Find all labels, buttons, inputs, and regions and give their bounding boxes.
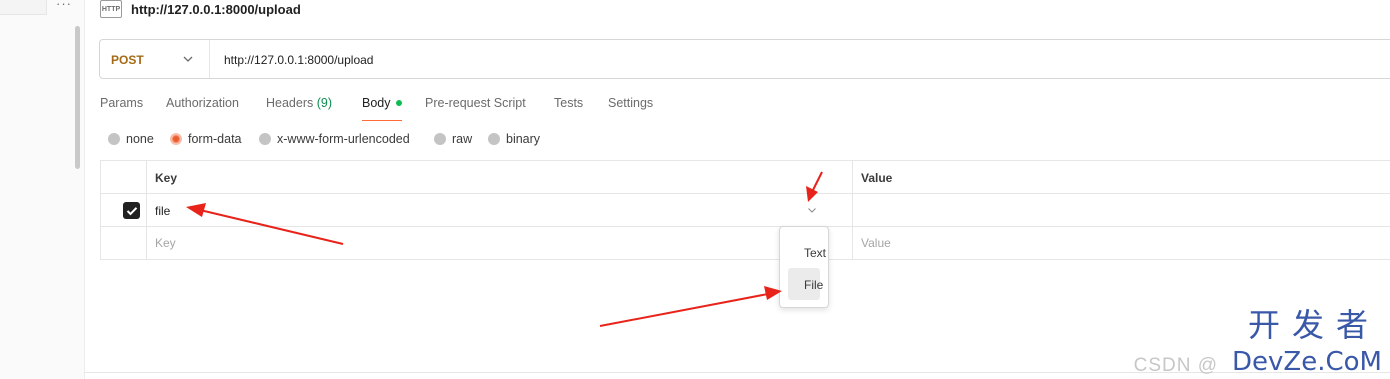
tab-tests[interactable]: Tests [554,96,583,110]
row-key-cell[interactable]: file [155,204,170,218]
new-key-input[interactable]: Key [155,236,176,250]
watermark-cn: 开发者 [1247,306,1380,344]
body-type-binary[interactable]: binary [488,132,540,146]
checkmark-icon [126,206,137,215]
request-title[interactable]: http://127.0.0.1:8000/upload [131,2,301,17]
radio-binary[interactable] [488,133,500,145]
column-divider [146,161,147,259]
body-type-none[interactable]: none [108,132,154,146]
sidebar-tab-stub[interactable] [0,0,47,15]
option-text-label: Text [804,246,827,260]
value-column-header: Value [861,171,893,185]
method-label: POST [111,53,144,67]
option-file-label: File [804,278,824,292]
url-input[interactable]: http://127.0.0.1:8000/upload [224,53,373,67]
active-tab-underline [362,120,402,121]
method-select[interactable]: POST [100,40,210,78]
more-options-icon[interactable]: ··· [56,0,72,11]
tab-prerequest-script[interactable]: Pre-request Script [425,96,526,110]
body-type-binary-label: binary [506,132,541,146]
watermark-en: DevZe.CoM [1232,347,1382,377]
sidebar-scrollbar[interactable] [75,26,80,169]
body-type-none-label: none [126,132,154,146]
key-column-header: Key [155,171,178,185]
row-enabled-checkbox[interactable] [123,202,140,219]
watermark-csdn: CSDN @ [1133,355,1218,376]
chevron-down-icon[interactable] [807,206,817,214]
left-sidebar: ··· [0,0,85,379]
new-value-input[interactable]: Value [861,236,891,250]
chevron-down-icon [183,56,193,62]
row-divider [101,193,1390,194]
radio-form-data[interactable] [170,133,182,145]
body-type-urlencoded[interactable]: x-www-form-urlencoded [259,132,410,146]
tab-authorization[interactable]: Authorization [166,96,239,110]
key-type-dropdown: Text File [779,226,829,308]
body-type-urlencoded-label: x-www-form-urlencoded [277,132,410,146]
body-type-form-data[interactable]: form-data [170,132,242,146]
request-title-bar: HTTP http://127.0.0.1:8000/upload [100,0,301,18]
form-data-table: Key Value file Key Value [100,160,1390,260]
column-divider [852,161,853,259]
tab-body-label: Body [362,96,391,110]
tab-params[interactable]: Params [100,96,143,110]
arrow-to-file-option [599,286,782,327]
radio-raw[interactable] [434,133,446,145]
row-divider [101,226,1390,227]
body-type-form-data-label: form-data [188,132,242,146]
tab-body[interactable]: Body [362,96,402,110]
body-indicator-dot [395,99,402,106]
http-icon: HTTP [100,0,122,18]
radio-urlencoded[interactable] [259,133,271,145]
headers-count: (9) [316,96,333,110]
dropdown-option-file[interactable]: File [788,268,824,300]
body-type-raw[interactable]: raw [434,132,472,146]
radio-none[interactable] [108,133,120,145]
tab-headers-label: Headers [266,96,314,110]
url-bar: POST http://127.0.0.1:8000/upload [99,39,1390,79]
body-type-raw-label: raw [452,132,473,146]
tab-settings[interactable]: Settings [608,96,653,110]
dropdown-option-text[interactable]: Text [788,236,826,268]
tab-headers[interactable]: Headers (9) [266,96,332,110]
